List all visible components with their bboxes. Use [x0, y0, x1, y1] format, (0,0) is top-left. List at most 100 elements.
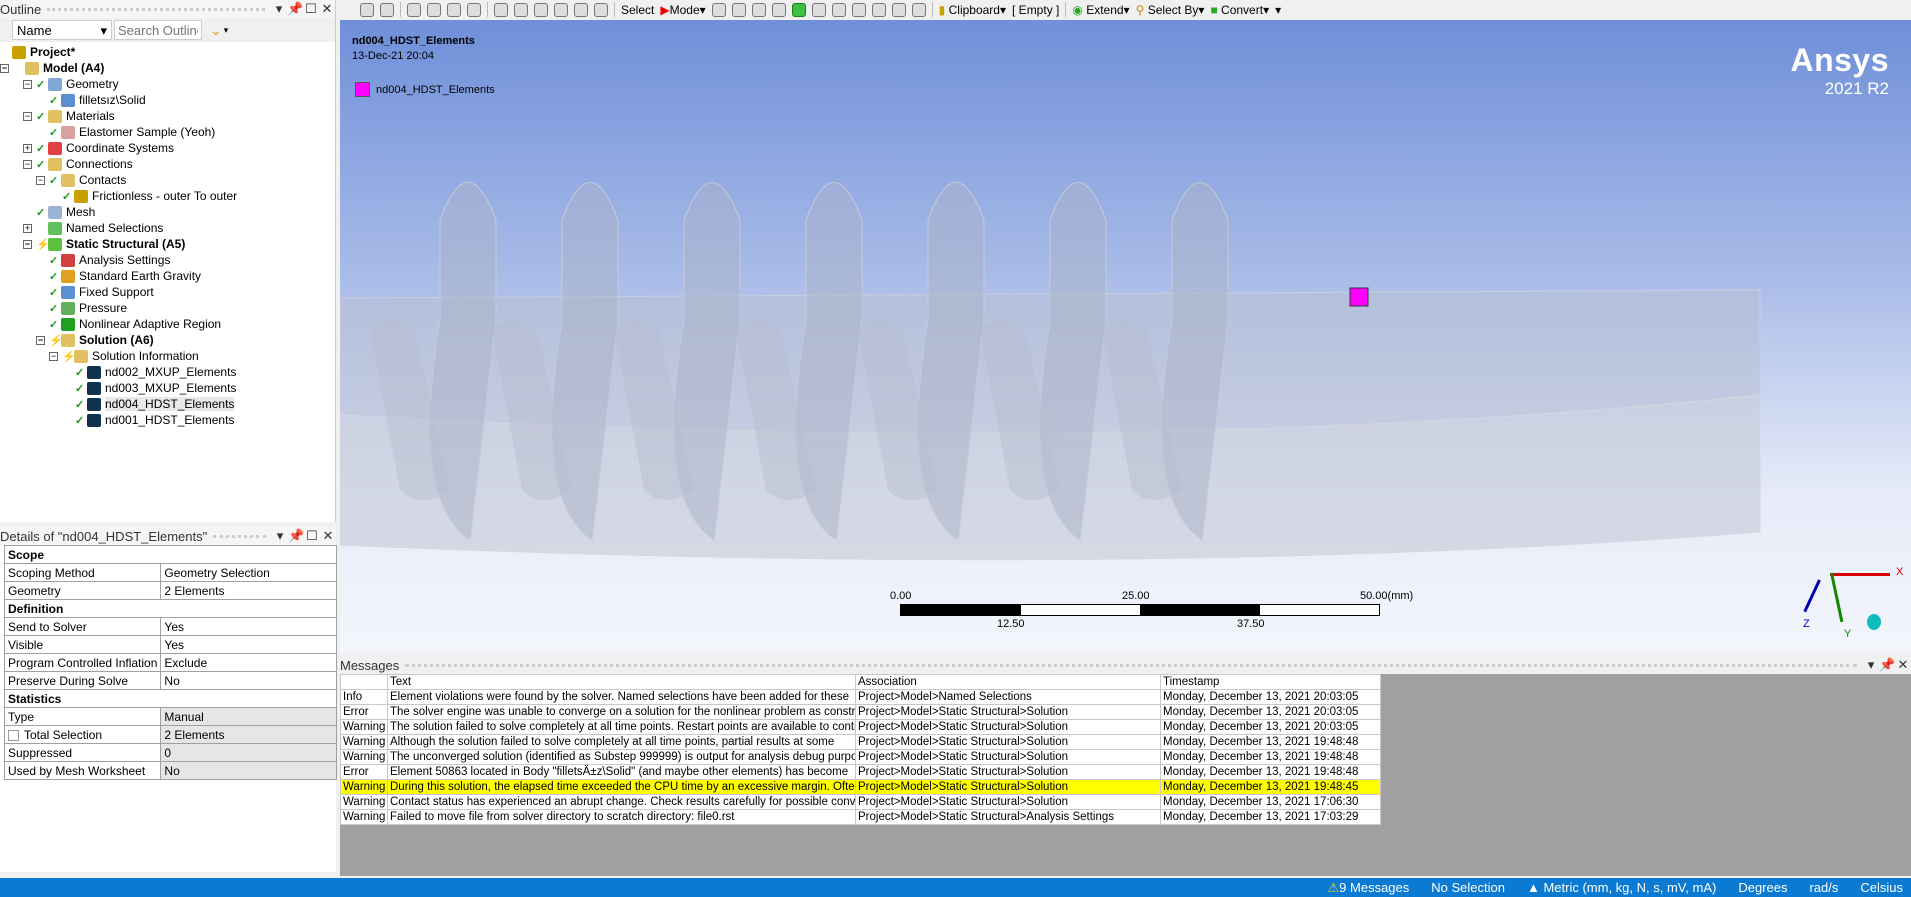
- tree-item[interactable]: ✓ Frictionless - outer To outer: [0, 188, 335, 204]
- expand-icon[interactable]: +: [23, 223, 32, 233]
- message-row[interactable]: Warning Although the solution failed to s…: [340, 734, 1381, 750]
- tree-item[interactable]: ✓ filletsız\Solid: [0, 92, 335, 108]
- layout-icon[interactable]: [467, 2, 481, 17]
- dropdown-icon[interactable]: ▾: [1863, 657, 1879, 673]
- label-icon[interactable]: [891, 2, 906, 17]
- wireframe-icon[interactable]: [447, 2, 461, 17]
- magnifier-icon[interactable]: [594, 2, 608, 17]
- property-value[interactable]: Geometry Selection: [160, 563, 337, 582]
- dropdown-icon[interactable]: ▾: [272, 528, 288, 544]
- tree-item[interactable]: ✓ Nonlinear Adaptive Region: [0, 316, 335, 332]
- close-icon[interactable]: ✕: [319, 1, 335, 17]
- maximize-icon[interactable]: ☐: [304, 528, 320, 544]
- column-header[interactable]: Timestamp: [1160, 674, 1381, 690]
- property-value[interactable]: Manual: [160, 707, 337, 726]
- graphics-viewport[interactable]: nd004_HDST_Elements 13-Dec-21 20:04 nd00…: [340, 20, 1911, 653]
- details-row[interactable]: Preserve During Solve No: [3, 671, 337, 690]
- select-mode-icon[interactable]: [711, 2, 726, 17]
- collapse-icon[interactable]: −: [23, 239, 32, 249]
- pin-icon[interactable]: 📌: [288, 528, 304, 544]
- tree-item[interactable]: ✓ Standard Earth Gravity: [0, 268, 335, 284]
- tree-item[interactable]: ✓ Fixed Support: [0, 284, 335, 300]
- select-by-button[interactable]: ⚲ Select By▾: [1136, 3, 1205, 17]
- details-row[interactable]: Scoping Method Geometry Selection: [3, 563, 337, 582]
- face-select-icon[interactable]: [771, 2, 786, 17]
- tree-item[interactable]: − ✓ Connections: [0, 156, 335, 172]
- rotational-velocity-units[interactable]: rad/s: [1809, 880, 1838, 895]
- property-value[interactable]: No: [160, 671, 337, 690]
- message-row[interactable]: Info Element violations were found by the…: [340, 689, 1381, 705]
- tree-item[interactable]: Project*: [0, 44, 335, 60]
- dropdown-icon[interactable]: ▾: [271, 1, 287, 17]
- zoom-icon[interactable]: [534, 2, 548, 17]
- message-row[interactable]: Warning The solution failed to solve comp…: [340, 719, 1381, 735]
- units-status[interactable]: ▲ Metric (mm, kg, N, s, mV, mA): [1527, 880, 1716, 895]
- details-row[interactable]: Total Selection 2 Elements: [3, 725, 337, 744]
- tree-item[interactable]: − ✓ Contacts: [0, 172, 335, 188]
- close-icon[interactable]: ✕: [320, 528, 336, 544]
- property-value[interactable]: 0: [160, 743, 337, 762]
- message-row[interactable]: Error Element 50863 located in Body "fill…: [340, 764, 1381, 780]
- tree-item[interactable]: − Model (A4): [0, 60, 335, 76]
- tree-item[interactable]: ✓ Analysis Settings: [0, 252, 335, 268]
- property-value[interactable]: Yes: [160, 635, 337, 654]
- details-row[interactable]: Send to Solver Yes: [3, 617, 337, 636]
- tree-item[interactable]: ✓ Mesh: [0, 204, 335, 220]
- details-row[interactable]: Suppressed 0: [3, 743, 337, 762]
- element-select-icon[interactable]: [851, 2, 866, 17]
- zoom-in-icon[interactable]: [360, 2, 374, 17]
- shaded-view-icon[interactable]: [427, 2, 441, 17]
- details-row[interactable]: Used by Mesh Worksheet No: [3, 761, 337, 780]
- tree-item[interactable]: − ⚡ Solution Information: [0, 348, 335, 364]
- details-row[interactable]: Program Controlled Inflation Exclude: [3, 653, 337, 672]
- solid-view-icon[interactable]: [407, 2, 421, 17]
- details-section[interactable]: Statistics: [4, 689, 337, 708]
- maximize-icon[interactable]: ☐: [303, 1, 319, 17]
- tree-item[interactable]: ✓ nd003_MXUP_Elements: [0, 380, 335, 396]
- details-section[interactable]: Definition: [4, 599, 337, 618]
- close-icon[interactable]: ✕: [1895, 657, 1911, 673]
- zoom-fit-icon[interactable]: [574, 2, 588, 17]
- message-row[interactable]: Error The solver engine was unable to con…: [340, 704, 1381, 720]
- toolbar-overflow-icon[interactable]: ▾: [1275, 3, 1281, 17]
- messages-status[interactable]: ⚠9 Messages: [1328, 880, 1410, 896]
- tree-item[interactable]: − ⚡ Solution (A6): [0, 332, 335, 348]
- details-row[interactable]: Geometry 2 Elements: [3, 581, 337, 600]
- details-section[interactable]: Scope: [4, 545, 337, 564]
- annotation-icon[interactable]: [911, 2, 926, 17]
- column-header[interactable]: [340, 674, 388, 690]
- vertex-select-icon[interactable]: [731, 2, 746, 17]
- collapse-icon[interactable]: −: [23, 79, 32, 89]
- zoom-out-icon[interactable]: [380, 2, 394, 17]
- column-header[interactable]: Association: [855, 674, 1161, 690]
- details-row[interactable]: Type Manual: [3, 707, 337, 726]
- tree-item[interactable]: ✓ Pressure: [0, 300, 335, 316]
- collapse-icon[interactable]: −: [23, 111, 32, 121]
- property-value[interactable]: 2 Elements: [160, 581, 337, 600]
- message-row[interactable]: Warning During this solution, the elapsed…: [340, 779, 1381, 795]
- details-row[interactable]: Visible Yes: [3, 635, 337, 654]
- coordinate-icon[interactable]: [871, 2, 886, 17]
- message-row[interactable]: Warning Contact status has experienced an…: [340, 794, 1381, 810]
- tree-item[interactable]: ✓ nd004_HDST_Elements: [0, 396, 335, 412]
- collapse-icon[interactable]: −: [36, 175, 45, 185]
- rotate-icon[interactable]: [494, 2, 508, 17]
- pin-icon[interactable]: 📌: [1879, 657, 1895, 673]
- column-header[interactable]: Text: [387, 674, 856, 690]
- clipboard-button[interactable]: ▮ Clipboard▾: [939, 3, 1006, 17]
- message-row[interactable]: Warning The unconverged solution (identif…: [340, 749, 1381, 765]
- checkbox[interactable]: [8, 729, 19, 741]
- extend-button[interactable]: ◉ Extend▾: [1072, 3, 1129, 17]
- tree-item[interactable]: − ⚡ Static Structural (A5): [0, 236, 335, 252]
- collapse-icon[interactable]: −: [0, 63, 9, 73]
- tree-item[interactable]: − ✓ Geometry: [0, 76, 335, 92]
- search-outline-input[interactable]: [114, 20, 202, 40]
- property-value[interactable]: Yes: [160, 617, 337, 636]
- outline-filter-select[interactable]: Name ▾: [12, 20, 112, 40]
- property-value[interactable]: 2 Elements: [160, 725, 337, 744]
- tree-item[interactable]: ✓ nd001_HDST_Elements: [0, 412, 335, 428]
- pin-icon[interactable]: 📌: [287, 1, 303, 17]
- body-select-icon[interactable]: [791, 2, 806, 17]
- node-select-icon[interactable]: [811, 2, 826, 17]
- temperature-units[interactable]: Celsius: [1860, 880, 1903, 895]
